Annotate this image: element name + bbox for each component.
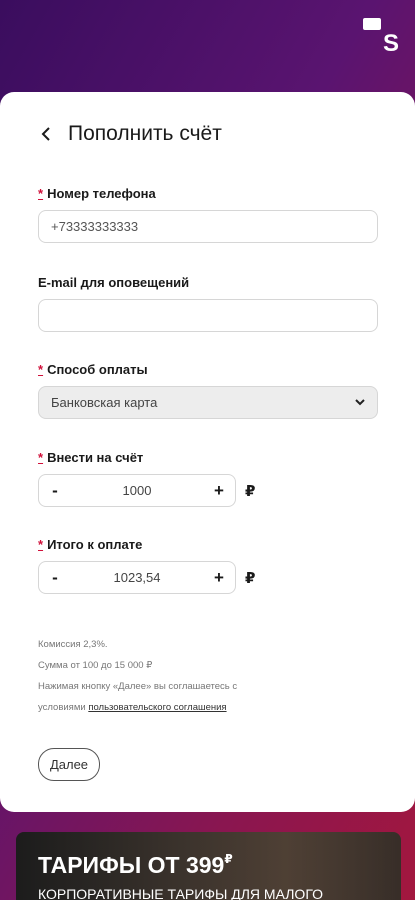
phone-input[interactable]	[38, 210, 378, 243]
required-mark: *	[38, 362, 44, 377]
required-mark: *	[38, 186, 44, 201]
commission-note: Комиссия 2,3%.	[38, 639, 108, 650]
total-plus-button[interactable]: +	[211, 569, 227, 586]
chevron-left-icon	[41, 127, 50, 141]
brand-logo: S	[363, 18, 401, 57]
back-button[interactable]	[36, 124, 56, 144]
banner-title: ТАРИФЫ ОТ 399₽	[38, 852, 233, 878]
deposit-amount[interactable]: 1000	[123, 483, 152, 498]
total-label: Итого к оплате	[47, 537, 143, 552]
next-button[interactable]: Далее	[38, 748, 100, 781]
banner-currency: ₽	[224, 852, 233, 866]
email-label: E-mail для оповещений	[38, 275, 190, 290]
phone-label: Номер телефона	[47, 186, 156, 201]
deposit-plus-button[interactable]: +	[211, 482, 227, 499]
payment-method-value: Банковская карта	[51, 395, 158, 410]
deposit-label: Внести на счёт	[47, 450, 144, 465]
required-mark: *	[38, 450, 44, 465]
banner-subtitle: КОРПОРАТИВНЫЕ ТАРИФЫ ДЛЯ МАЛОГО	[38, 886, 323, 900]
total-stepper: - 1023,54 +	[38, 561, 236, 594]
logo-letter: S	[383, 30, 399, 54]
agreement-note-cont: условиями	[38, 702, 86, 713]
required-mark: *	[38, 537, 44, 552]
payment-method-group: * Способ оплаты Банковская карта	[38, 362, 378, 419]
ruble-sign: ₽	[245, 569, 256, 587]
payment-notes: Комиссия 2,3%. Сумма от 100 до 15 000 ₽ …	[38, 634, 237, 718]
payment-method-select[interactable]: Банковская карта	[38, 386, 378, 419]
total-group: * Итого к оплате - 1023,54 + ₽	[38, 537, 378, 594]
ruble-sign: ₽	[245, 482, 256, 500]
top-up-card: Пополнить счёт * Номер телефона E-mail д…	[0, 92, 415, 812]
deposit-minus-button[interactable]: -	[47, 482, 63, 499]
chevron-down-icon	[355, 399, 365, 406]
page-title: Пополнить счёт	[68, 122, 222, 145]
total-amount[interactable]: 1023,54	[114, 570, 161, 585]
email-field-group: E-mail для оповещений	[38, 275, 378, 332]
payment-method-label: Способ оплаты	[47, 362, 148, 377]
phone-field-group: * Номер телефона	[38, 186, 378, 243]
email-input[interactable]	[38, 299, 378, 332]
total-minus-button[interactable]: -	[47, 569, 63, 586]
deposit-stepper: - 1000 +	[38, 474, 236, 507]
agreement-note: Нажимая кнопку «Далее» вы соглашаетесь с	[38, 681, 238, 692]
agreement-link[interactable]: пользовательского соглашения	[88, 702, 226, 713]
range-note: Сумма от 100 до 15 000 ₽	[38, 660, 153, 671]
deposit-group: * Внести на счёт - 1000 + ₽	[38, 450, 378, 507]
tariff-banner[interactable]: ТАРИФЫ ОТ 399₽ КОРПОРАТИВНЫЕ ТАРИФЫ ДЛЯ …	[16, 832, 401, 900]
page-header: Пополнить счёт	[36, 122, 222, 146]
